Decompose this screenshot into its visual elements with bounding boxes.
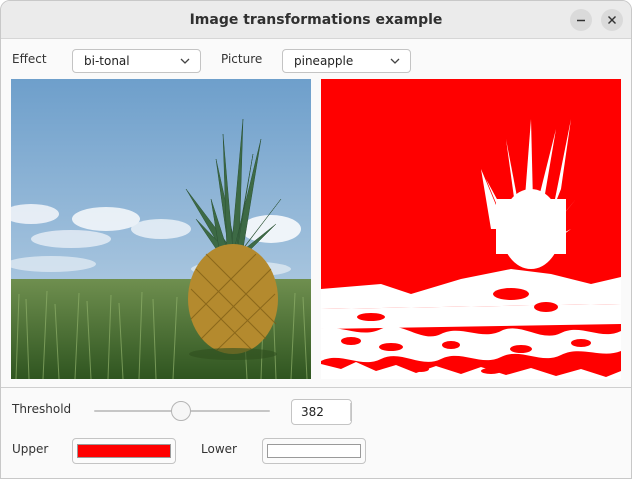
lower-color-swatch — [267, 444, 361, 458]
upper-label: Upper — [12, 442, 49, 456]
lower-label: Lower — [201, 442, 237, 456]
spinbox-divider — [350, 403, 351, 421]
app-window: Image transformations example Effect bi-… — [0, 0, 632, 479]
minimize-icon — [577, 19, 585, 22]
separator — [1, 387, 631, 388]
window-title: Image transformations example — [189, 12, 443, 28]
title-bar[interactable]: Image transformations example — [1, 1, 631, 39]
effect-dropdown-value: bi-tonal — [84, 54, 130, 68]
chevron-down-icon — [180, 58, 190, 64]
threshold-slider-handle[interactable] — [171, 401, 191, 421]
upper-color-button[interactable] — [72, 438, 176, 464]
picture-dropdown[interactable]: pineapple — [282, 49, 411, 73]
close-button[interactable] — [601, 9, 623, 31]
transformed-image — [321, 79, 621, 379]
minimize-button[interactable] — [570, 9, 592, 31]
lower-color-button[interactable] — [262, 438, 366, 464]
chevron-down-icon — [390, 58, 400, 64]
threshold-spinbox-value: 382 — [301, 405, 324, 419]
picture-label: Picture — [221, 52, 263, 66]
bitonal-preview — [321, 79, 621, 379]
effect-label: Effect — [12, 52, 47, 66]
threshold-spinbox[interactable]: 382 — [291, 399, 352, 425]
picture-dropdown-value: pineapple — [294, 54, 354, 68]
threshold-label: Threshold — [12, 402, 72, 416]
pineapple-photo — [11, 79, 311, 379]
effect-dropdown[interactable]: bi-tonal — [72, 49, 201, 73]
upper-color-swatch — [77, 444, 171, 458]
original-image — [11, 79, 311, 379]
close-icon — [608, 16, 616, 24]
